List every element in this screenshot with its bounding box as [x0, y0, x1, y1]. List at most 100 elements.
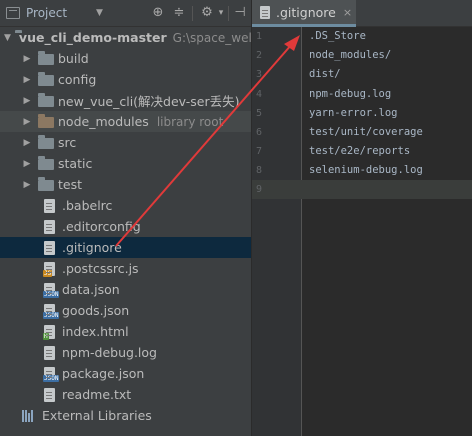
collapse-icon[interactable]: ≑ [171, 5, 187, 21]
editor-tabbar: .gitignore × [252, 0, 472, 27]
project-pane: Project ▼ ⊕ ≑ ⚙ ▾ ⊣ ▼ vue_cli_demo-maste… [0, 0, 251, 436]
tree-item-folder[interactable]: ▶ config [0, 69, 251, 90]
chevron-right-icon[interactable]: ▶ [22, 54, 32, 64]
line-text: yarn-error.log [309, 107, 398, 119]
tree-item-file-selected[interactable]: .gitignore [0, 237, 251, 258]
tree-item-hint: library root [156, 114, 224, 129]
tree-item-file[interactable]: JSON package.json [0, 363, 251, 384]
tree-item-label: test [58, 177, 83, 192]
line-number: 7 [256, 146, 263, 157]
tree-item-label: goods.json [62, 303, 130, 318]
tree-item-label: config [58, 72, 97, 87]
code-line[interactable]: 7 test/e2e/reports [252, 142, 472, 161]
file-icon [44, 345, 55, 360]
tree-item-external-libraries[interactable]: External Libraries [0, 405, 251, 426]
json-file-icon: JSON [43, 303, 60, 319]
tree-item-label: External Libraries [42, 408, 152, 423]
tree-item-file[interactable]: JSON data.json [0, 279, 251, 300]
code-line-current[interactable]: 9 [252, 180, 472, 199]
libraries-icon [22, 409, 36, 422]
tree-item-root[interactable]: ▼ vue_cli_demo-master G:\space_wel [0, 27, 251, 48]
json-file-icon: JSON [43, 282, 60, 298]
file-icon [44, 387, 55, 402]
tree-item-file[interactable]: .editorconfig [0, 216, 251, 237]
tree-item-label: .babelrc [62, 198, 113, 213]
chevron-right-icon[interactable]: ▶ [22, 96, 32, 106]
tree-item-path: G:\space_wel [172, 30, 251, 45]
tree-item-folder[interactable]: ▶ build [0, 48, 251, 69]
tree-item-label: npm-debug.log [62, 345, 157, 360]
tree-item-folder[interactable]: ▶ static [0, 153, 251, 174]
folder-icon [38, 93, 54, 107]
code-line[interactable]: 1 .DS_Store [252, 27, 472, 46]
code-line[interactable]: 3 dist/ [252, 65, 472, 84]
line-number: 1 [256, 31, 263, 42]
chevron-right-icon[interactable]: ▶ [22, 138, 32, 148]
tree-item-file[interactable]: JS .postcssrc.js [0, 258, 251, 279]
code-line[interactable]: 8 selenium-debug.log [252, 161, 472, 180]
line-text: test/unit/coverage [309, 126, 423, 138]
line-number: 3 [256, 69, 263, 80]
tree-item-label: .gitignore [62, 240, 122, 255]
close-icon[interactable]: × [343, 6, 352, 19]
file-icon [44, 240, 55, 255]
tree-item-label: data.json [62, 282, 120, 297]
folder-icon [38, 114, 54, 128]
project-pane-header: Project ▼ ⊕ ≑ ⚙ ▾ ⊣ [0, 0, 251, 27]
file-icon [44, 219, 55, 234]
tree-item-label: readme.txt [62, 387, 132, 402]
tree-item-label: .editorconfig [62, 219, 141, 234]
code-line[interactable]: 5 yarn-error.log [252, 104, 472, 123]
tree-item-folder[interactable]: ▶ src [0, 132, 251, 153]
line-number: 2 [256, 50, 263, 61]
tab-label: .gitignore [276, 4, 336, 20]
tree-item-label: src [58, 135, 77, 150]
tree-item-label: vue_cli_demo-master [18, 30, 167, 45]
chevron-right-icon[interactable]: ▶ [22, 180, 32, 190]
tree-item-label: new_vue_cli(解决dev-ser丢失) [58, 94, 240, 109]
html-file-icon: H [43, 324, 55, 340]
line-text: npm-debug.log [309, 88, 392, 100]
line-number: 6 [256, 127, 263, 138]
tree-item-file[interactable]: JSON goods.json [0, 300, 251, 321]
tree-item-file[interactable]: .babelrc [0, 195, 251, 216]
tree-item-folder[interactable]: ▶ new_vue_cli(解决dev-ser丢失) [0, 90, 251, 111]
caret-down-icon[interactable]: ▼ [96, 8, 103, 18]
line-text: test/e2e/reports [309, 145, 411, 157]
chevron-down-icon[interactable]: ▼ [4, 33, 11, 43]
chevron-right-icon[interactable]: ▶ [22, 75, 32, 85]
folder-icon [38, 177, 54, 191]
chevron-right-icon[interactable]: ▶ [22, 159, 32, 169]
chevron-right-icon[interactable]: ▶ [22, 117, 32, 127]
tree-item-file[interactable]: H index.html [0, 321, 251, 342]
tree-item-label: build [58, 51, 89, 66]
line-number: 9 [256, 184, 263, 195]
target-icon[interactable]: ⊕ [150, 5, 166, 21]
line-number: 4 [256, 89, 263, 100]
code-line[interactable]: 4 npm-debug.log [252, 85, 472, 104]
editor-pane: .gitignore × 1 .DS_Store 2 node_modules/… [252, 0, 472, 436]
project-icon [6, 7, 20, 19]
line-text: selenium-debug.log [309, 164, 423, 176]
tree-item-label: package.json [62, 366, 145, 381]
folder-icon [38, 51, 54, 65]
line-text: node_modules/ [309, 49, 392, 61]
js-file-icon: JS [43, 261, 55, 277]
json-file-icon: JSON [43, 366, 60, 382]
tree-item-file[interactable]: npm-debug.log [0, 342, 251, 363]
tree-item-file[interactable]: readme.txt [0, 384, 251, 405]
file-icon [44, 198, 55, 213]
line-text: dist/ [309, 68, 341, 80]
gear-dropdown-icon[interactable]: ▾ [213, 5, 229, 21]
tree-item-label: .postcssrc.js [62, 261, 139, 276]
code-line[interactable]: 2 node_modules/ [252, 46, 472, 65]
tree-item-folder[interactable]: ▶ node_modules library root [0, 111, 251, 132]
code-line[interactable]: 6 test/unit/coverage [252, 123, 472, 142]
tab-gitignore[interactable]: .gitignore × [252, 0, 356, 27]
line-number: 5 [256, 108, 263, 119]
hide-icon[interactable]: ⊣ [232, 5, 248, 21]
line-number: 8 [256, 165, 263, 176]
tree-item-folder[interactable]: ▶ test [0, 174, 251, 195]
tree-item-label: static [58, 156, 93, 171]
project-pane-title[interactable]: Project [26, 6, 67, 20]
